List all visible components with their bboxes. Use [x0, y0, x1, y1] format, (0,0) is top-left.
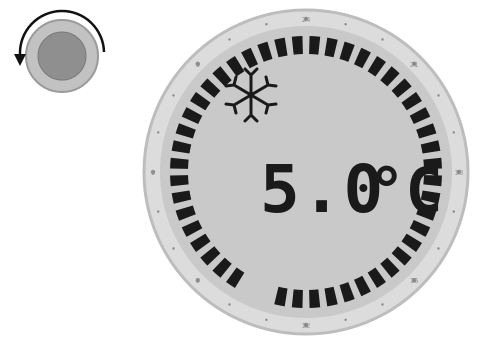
dial-mark-label: 6: [151, 169, 156, 177]
bezel-dot: [344, 318, 347, 321]
dial-mark-label: 24: [302, 16, 311, 24]
ring-segment: [170, 157, 189, 169]
dial-mark-label: 15: [410, 277, 419, 285]
bezel-dot: [452, 210, 455, 213]
bezel-dot: [381, 38, 384, 41]
bezel-dot: [452, 131, 455, 134]
dial-mark-label: 21: [410, 61, 419, 69]
bezel-dot: [157, 131, 160, 134]
bezel-dot: [437, 94, 440, 97]
temperature-value: 5.0: [260, 151, 385, 228]
bezel-dot: [344, 23, 347, 26]
temperature-unit: °C: [368, 154, 443, 227]
ring-segment: [291, 289, 303, 308]
bezel-dot: [228, 38, 231, 41]
bezel-dot: [437, 247, 440, 250]
dial-mark-label: 9: [196, 277, 200, 285]
bezel-dot: [381, 303, 384, 306]
dial-mark-label: 3: [196, 61, 200, 69]
knob-inner-cap: [37, 31, 87, 81]
ring-segment: [309, 289, 321, 308]
thermostat-display: 24 21 18 15 12 9 6 3 5.0 °C: [136, 0, 480, 345]
bezel-dot: [265, 318, 268, 321]
bezel-dot: [265, 23, 268, 26]
rotary-knob[interactable]: [6, 4, 118, 100]
ring-segment: [309, 36, 321, 55]
dial-mark-label: 18: [455, 169, 464, 177]
dial-mark-label: 12: [302, 322, 311, 330]
bezel-dot: [228, 303, 231, 306]
ring-segment: [170, 175, 189, 187]
bezel-dot: [172, 94, 175, 97]
ring-segment: [291, 36, 303, 55]
bezel-dot: [172, 247, 175, 250]
bezel-dot: [157, 210, 160, 213]
